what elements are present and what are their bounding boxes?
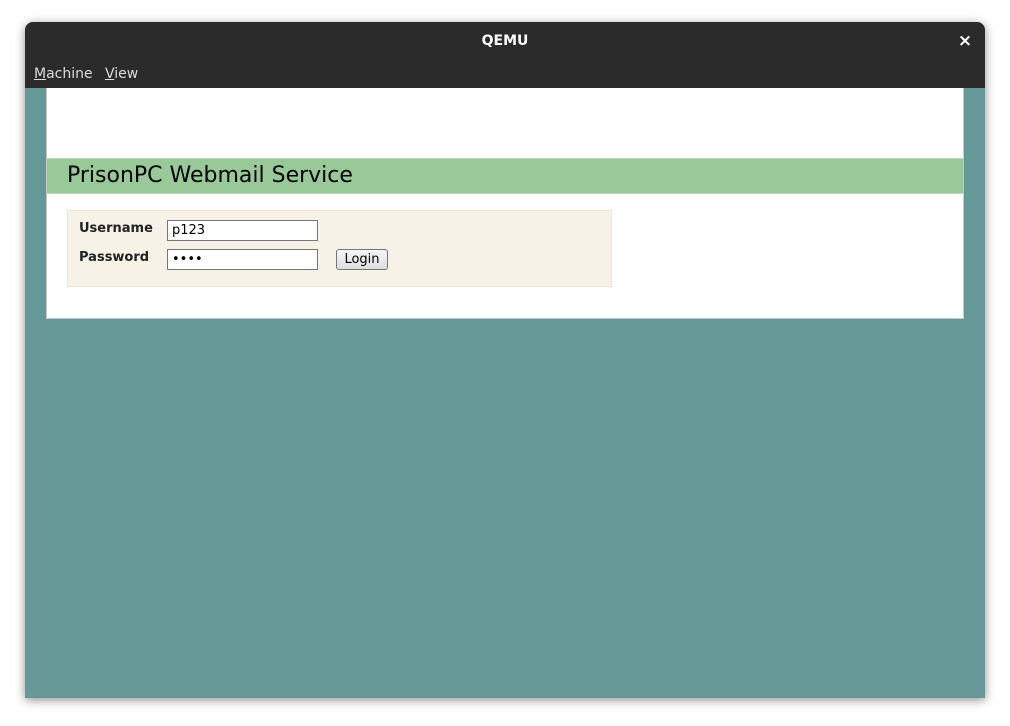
username-label: Username [79, 221, 153, 236]
menu-machine-label: achine [46, 66, 93, 82]
password-input[interactable] [167, 249, 318, 270]
menu-view-mnemonic: V [105, 66, 115, 82]
menu-machine-mnemonic: M [34, 66, 47, 82]
header-banner: PrisonPC Webmail Service [47, 158, 963, 194]
password-label: Password [79, 250, 150, 265]
close-icon[interactable]: × [953, 29, 977, 53]
qemu-window: QEMU × Machine View PrisonPC Webmail Ser… [25, 22, 985, 698]
window-title: QEMU [481, 33, 529, 49]
menu-machine[interactable]: Machine [34, 60, 93, 88]
menu-view-label: iew [114, 66, 139, 82]
page-title: PrisonPC Webmail Service [67, 163, 353, 188]
username-input[interactable] [167, 220, 318, 241]
menu-view[interactable]: View [105, 60, 138, 88]
webmail-page: PrisonPC Webmail Service Username Passwo… [46, 88, 964, 319]
menu-bar: Machine View [25, 60, 985, 88]
login-form: Username Password Login [67, 210, 612, 287]
login-button[interactable]: Login [336, 249, 388, 270]
title-bar[interactable]: QEMU × [25, 22, 985, 61]
